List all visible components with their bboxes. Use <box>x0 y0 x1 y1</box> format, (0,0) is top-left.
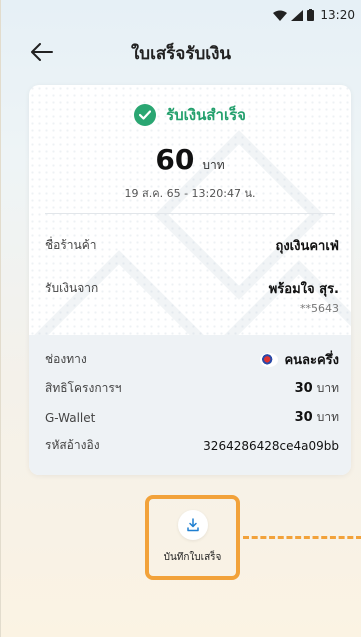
channel-value-wrap: คนละครึ่ง <box>260 349 339 370</box>
gwallet-row: G-Wallet 30 บาท <box>45 408 339 427</box>
success-status: รับเงินสำเร็จ <box>29 103 351 127</box>
merchant-label: ชื่อร้านค้า <box>45 238 97 252</box>
merchant-row: ชื่อร้านค้า ถุงเงินคาเฟ่ <box>45 235 339 256</box>
gwallet-label: G-Wallet <box>45 410 96 425</box>
entitlement-value: 30 <box>294 381 313 396</box>
highlight-connector <box>243 536 361 539</box>
reference-value: 3264286428ce4a09bb <box>203 438 339 453</box>
battery-icon <box>307 9 315 21</box>
entitlement-amount: 30 บาท <box>295 379 339 398</box>
transaction-datetime: 19 ส.ค. 65 - 13:20:47 น. <box>124 187 256 200</box>
status-time: 13:20 <box>320 8 355 22</box>
payer-account: **5643 <box>300 302 339 315</box>
status-bar: 13:20 <box>1 0 361 30</box>
channel-row: ช่องทาง คนละครึ่ง <box>45 349 339 370</box>
channel-value: คนละครึ่ง <box>284 353 339 368</box>
reference-row: รหัสอ้างอิง 3264286428ce4a09bb <box>45 436 339 455</box>
gwallet-unit: บาท <box>316 410 339 424</box>
success-text: รับเงินสำเร็จ <box>166 106 246 124</box>
channel-label: ช่องทาง <box>45 352 87 366</box>
merchant-value: ถุงเงินคาเฟ่ <box>275 239 339 254</box>
save-receipt-button[interactable]: บันทึกใบเสร็จ <box>149 499 236 576</box>
entitlement-label: สิทธิโครงการฯ <box>45 381 122 395</box>
half-half-logo-icon <box>260 352 279 367</box>
entitlement-unit: บาท <box>316 381 339 395</box>
page-title: ใบเสร็จรับเงิน <box>130 44 232 64</box>
app-header: ใบเสร็จรับเงิน <box>1 30 361 74</box>
save-receipt-label: บันทึกใบเสร็จ <box>163 552 222 563</box>
payment-details: ช่องทาง คนละครึ่ง สิทธิโครงการฯ 30 บาท G-… <box>29 335 351 475</box>
divider <box>45 213 335 214</box>
signal-icon <box>291 9 304 21</box>
payer-value: พร้อมใจ สุร. <box>268 282 339 297</box>
save-icon-circle <box>177 510 208 540</box>
receipt-card: รับเงินสำเร็จ 60 บาท 19 ส.ค. 65 - 13:20:… <box>29 85 351 475</box>
reference-label: รหัสอ้างอิง <box>45 438 100 452</box>
wifi-icon <box>273 10 288 21</box>
amount-row: 60 บาท <box>29 143 351 176</box>
amount-unit: บาท <box>202 158 225 172</box>
check-circle-icon <box>134 104 157 126</box>
entitlement-row: สิทธิโครงการฯ 30 บาท <box>45 379 339 398</box>
download-icon <box>186 518 199 532</box>
payer-row: รับเงินจาก พร้อมใจ สุร. <box>45 278 339 299</box>
receipt-screen: 13:20 ใบเสร็จรับเงิน รับเงินสำเร็จ 60 บา… <box>0 0 361 637</box>
save-receipt-highlight: บันทึกใบเสร็จ <box>145 495 240 580</box>
payer-label: รับเงินจาก <box>45 281 99 295</box>
gwallet-value: 30 <box>294 410 313 425</box>
amount-value: 60 <box>155 143 195 176</box>
gwallet-amount: 30 บาท <box>295 408 339 427</box>
